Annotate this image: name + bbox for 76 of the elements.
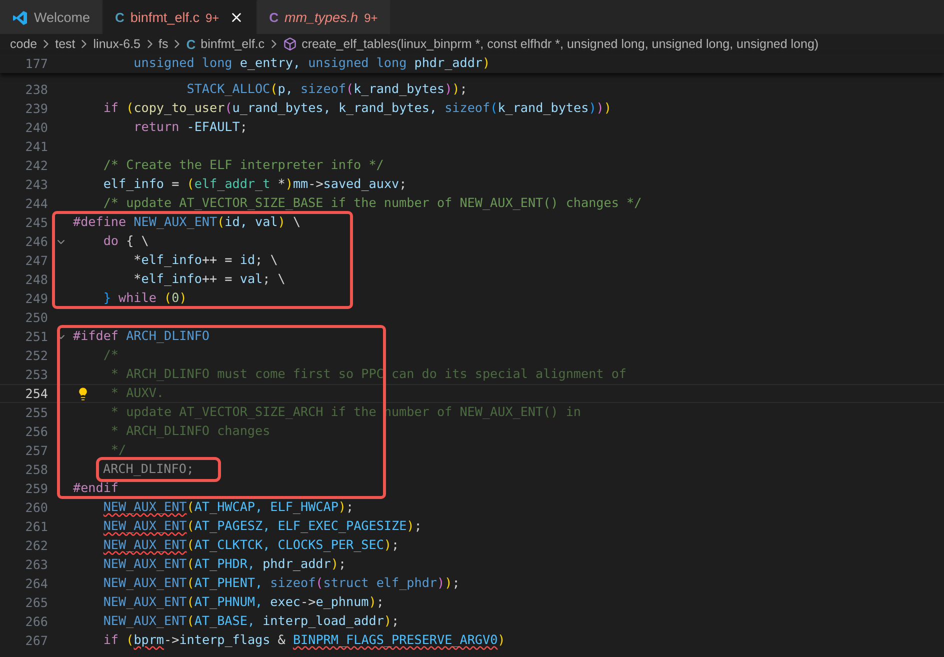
breadcrumb-item[interactable]: binfmt_elf.c xyxy=(200,37,265,51)
code-line: STACK_ALLOC(p, sizeof(k_rand_bytes)); xyxy=(186,81,468,98)
line-number: 245 xyxy=(24,215,48,230)
code-line: /* update AT_VECTOR_SIZE_BASE if the number of NEW_AUX_ENT() changes */ xyxy=(103,195,642,212)
code-line: #endif xyxy=(73,480,118,497)
code-line: #define NEW_AUX_ENT(id, val) \ xyxy=(73,214,301,231)
file-type-icon: C xyxy=(115,10,124,25)
editor-tab[interactable]: Welcome xyxy=(0,0,104,34)
problem-count: 9+ xyxy=(205,10,220,24)
line-number: 266 xyxy=(24,614,48,629)
breadcrumb-item[interactable]: create_elf_tables(linux_binprm *, const elfhdr *, unsigned long, unsigned long, unsigned long) xyxy=(302,37,819,51)
code-line: NEW_AUX_ENT(AT_PHNUM, exec->e_phnum); xyxy=(103,594,384,611)
code-line: * ARCH_DLINFO must come first so PPC can do its special alignment of xyxy=(110,366,627,383)
code-line: if (bprm->interp_flags & BINPRM_FLAGS_PRESERVE_ARGV0) xyxy=(103,632,506,649)
line-number: 177 xyxy=(24,56,48,71)
breadcrumb-item[interactable]: linux-6.5 xyxy=(93,37,141,51)
file-type-icon: C xyxy=(269,10,279,25)
line-number: 247 xyxy=(24,253,48,268)
code-line: if (copy_to_user(u_rand_bytes, k_rand_bytes, sizeof(k_rand_bytes))) xyxy=(103,100,612,117)
code-line: NEW_AUX_ENT(AT_HWCAP, ELF_HWCAP); xyxy=(103,499,354,516)
code-line: } while (0) xyxy=(103,290,187,307)
code-line: NEW_AUX_ENT(AT_PHENT, sizeof(struct elf_phdr)); xyxy=(103,575,460,592)
line-number: 240 xyxy=(24,120,48,135)
line-number: 262 xyxy=(24,538,48,553)
code-line: #ifdef ARCH_DLINFO xyxy=(73,328,210,345)
line-number: 259 xyxy=(24,481,48,496)
editor-tab[interactable]: C mm_types.h 9+ xyxy=(257,0,391,34)
line-number: 265 xyxy=(24,595,48,610)
code-line: elf_info = (elf_addr_t *)mm->saved_auxv; xyxy=(103,176,407,193)
line-number: 267 xyxy=(24,633,48,648)
line-number: 241 xyxy=(24,139,48,154)
line-number: 243 xyxy=(24,177,48,192)
code-line: NEW_AUX_ENT(AT_PHDR, phdr_addr); xyxy=(103,556,346,573)
file-type-icon: C xyxy=(186,36,196,52)
code-line: NEW_AUX_ENT(AT_BASE, interp_load_addr); xyxy=(103,613,400,630)
breadcrumb-item[interactable]: test xyxy=(55,37,76,51)
code-line: /* Create the ELF interpreter info */ xyxy=(103,157,384,174)
line-number: 244 xyxy=(24,196,48,211)
line-number: 255 xyxy=(24,405,48,420)
line-number: 248 xyxy=(24,272,48,287)
line-number: 264 xyxy=(24,576,48,591)
line-number: 242 xyxy=(24,158,48,173)
line-number: 256 xyxy=(24,424,48,439)
line-number: 261 xyxy=(24,519,48,534)
code-line: * AUXV. xyxy=(110,385,164,402)
line-number: 239 xyxy=(24,101,48,116)
line-number: 246 xyxy=(24,234,48,249)
editor-logo-icon xyxy=(12,10,28,26)
line-number: 260 xyxy=(24,500,48,515)
code-line: NEW_AUX_ENT(AT_CLKTCK, CLOCKS_PER_SEC); xyxy=(103,537,400,554)
editor-tab[interactable]: C binfmt_elf.c 9+ xyxy=(103,0,258,34)
line-number: 238 xyxy=(24,82,48,97)
lightbulb-icon[interactable] xyxy=(76,387,90,401)
line-number: 254 xyxy=(24,386,48,401)
code-line: do { \ xyxy=(103,233,149,250)
code-line: NEW_AUX_ENT(AT_PAGESZ, ELF_EXEC_PAGESIZE); xyxy=(103,518,422,535)
line-number: 250 xyxy=(24,310,48,325)
code-line: *elf_info++ = val; \ xyxy=(134,271,286,288)
code-line: return -EFAULT; xyxy=(134,119,248,136)
problem-count: 9+ xyxy=(364,10,378,24)
code-line: /* xyxy=(103,347,119,364)
line-number: 253 xyxy=(24,367,48,382)
code-line: *elf_info++ = id; \ xyxy=(134,252,278,269)
line-number: 258 xyxy=(24,462,48,477)
code-line: ARCH_DLINFO; xyxy=(73,460,218,479)
code-line: unsigned long e_entry, unsigned long phdr_addr) xyxy=(134,55,490,72)
line-number: 252 xyxy=(24,348,48,363)
breadcrumb-item[interactable]: fs xyxy=(158,37,168,51)
line-number: 257 xyxy=(24,443,48,458)
cube-icon xyxy=(282,37,297,51)
code-line: * ARCH_DLINFO changes xyxy=(110,423,270,440)
line-number: 251 xyxy=(24,329,48,344)
code-line: */ xyxy=(110,442,126,459)
line-number: 249 xyxy=(24,291,48,306)
line-number: 263 xyxy=(24,557,48,572)
breadcrumb-item[interactable]: code xyxy=(10,37,38,51)
